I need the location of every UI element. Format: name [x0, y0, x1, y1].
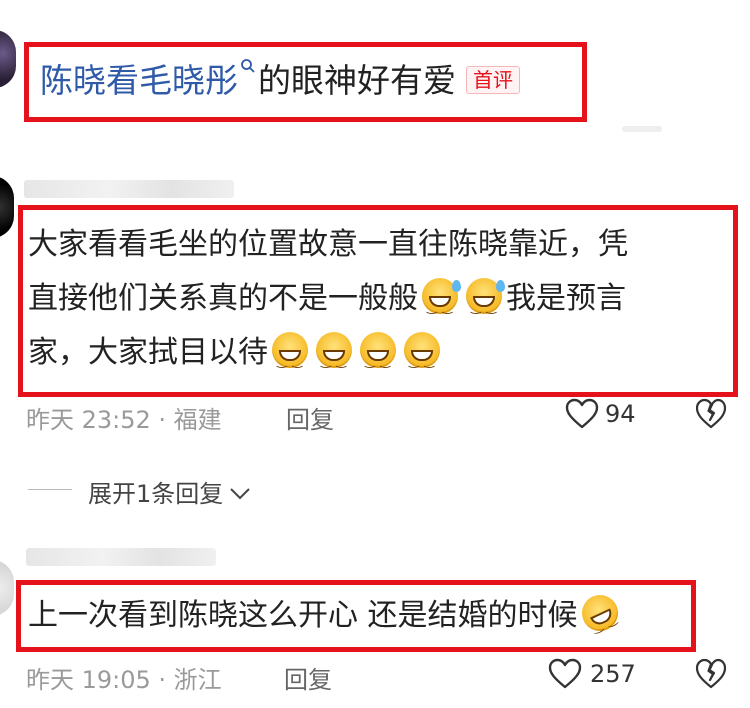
username[interactable]	[26, 548, 216, 566]
expand-replies-button[interactable]: 展开1条回复	[88, 474, 251, 509]
reply-button[interactable]: 回复	[284, 660, 332, 695]
comment-line-text: 家，大家拭目以待	[28, 335, 268, 370]
search-link-text[interactable]: 陈晓看毛晓彤	[40, 61, 238, 100]
comment-line: 直接他们关系真的不是一般般 我是预言	[28, 272, 628, 334]
username[interactable]	[24, 180, 234, 198]
search-icon[interactable]	[240, 58, 256, 74]
comment-text: 上一次看到陈晓这么开心 还是结婚的时候	[28, 589, 624, 643]
comment-text: 大家看看毛坐的位置故意一直往陈晓靠近，凭 直接他们关系真的不是一般般 我是预言 家…	[28, 218, 628, 388]
comment-line: 大家看看毛坐的位置故意一直往陈晓靠近，凭	[28, 227, 628, 262]
first-comment-badge: 首评	[466, 66, 520, 94]
comment-text: 陈晓看毛晓彤 的眼神好有爱 首评	[40, 56, 520, 106]
expand-divider	[28, 489, 72, 490]
broken-heart-icon[interactable]	[695, 658, 727, 690]
heart-icon[interactable]	[565, 398, 599, 430]
reply-button[interactable]: 回复	[286, 400, 334, 435]
avatar[interactable]	[0, 176, 14, 238]
heart-icon[interactable]	[548, 658, 582, 690]
comment-text-rest: 的眼神好有爱	[258, 61, 456, 100]
avatar[interactable]	[0, 560, 14, 616]
comment-line-text: 直接他们关系真的不是一般般	[28, 281, 418, 316]
more-dots	[622, 126, 662, 132]
grin-emoji	[404, 332, 440, 388]
rolling-laughing-emoji	[575, 589, 624, 637]
comment-line-text: 我是预言	[506, 281, 626, 316]
grin-emoji	[316, 332, 352, 388]
comment-line: 家，大家拭目以待	[28, 326, 628, 388]
comment-time-location: 昨天 19:05 · 浙江	[26, 666, 222, 694]
like-count: 94	[605, 400, 636, 428]
grin-emoji	[360, 332, 396, 388]
like-count: 257	[590, 660, 636, 688]
comment-time-location: 昨天 23:52 · 福建	[26, 406, 222, 434]
avatar[interactable]	[0, 30, 16, 88]
grinning-sweat-emoji	[466, 278, 505, 334]
expand-replies-label: 展开1条回复	[88, 480, 224, 508]
chevron-down-icon	[229, 487, 251, 501]
grin-emoji	[272, 332, 308, 388]
grinning-sweat-emoji	[422, 278, 461, 334]
broken-heart-icon[interactable]	[695, 398, 727, 430]
comment-line-text: 上一次看到陈晓这么开心 还是结婚的时候	[28, 598, 578, 633]
